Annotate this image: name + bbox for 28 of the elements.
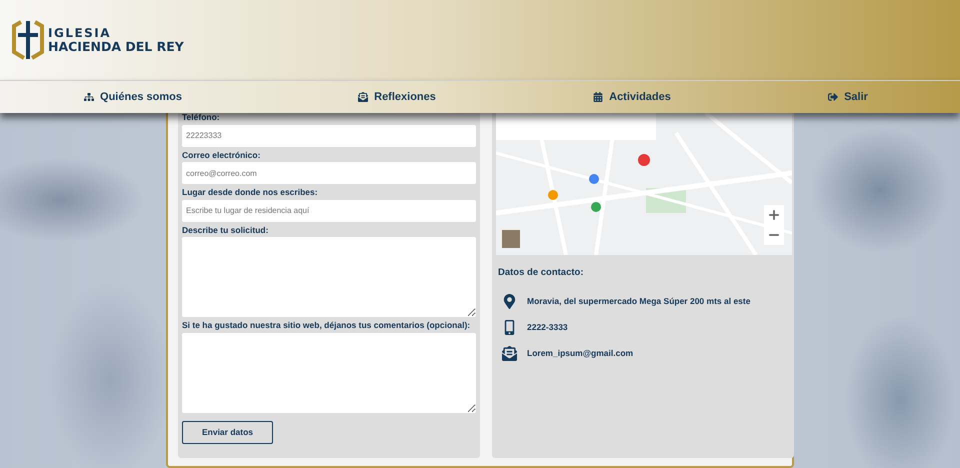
envelope-icon: [358, 92, 368, 102]
nav-link[interactable]: Reflexiones: [358, 91, 436, 103]
nav-link[interactable]: Quiénes somos: [84, 91, 182, 103]
calendar-icon: [593, 92, 604, 102]
nav-link[interactable]: Actividades: [593, 91, 671, 103]
logo-icon: [10, 18, 46, 62]
nav-link[interactable]: Salir: [828, 91, 868, 103]
field-label: Correo electrónico:: [182, 150, 262, 159]
contact-text: Moravia, del supermercado Mega Súper 200 mts al este: [527, 296, 750, 306]
phone-icon: [502, 320, 517, 334]
sitemap-icon: [84, 92, 94, 102]
submit-button[interactable]: Enviar datos: [182, 420, 273, 444]
field-label: Si te ha gustado nuestra sitio web, déjanos tus comentarios (opcional):: [182, 321, 472, 330]
input-field[interactable]: 22223333: [182, 124, 476, 146]
contact-text: 2222-3333: [527, 322, 568, 332]
logout-icon: [828, 92, 838, 102]
field-label: Lugar desde donde nos escribes:: [182, 188, 319, 196]
field-label: Describe tu solicitud:: [182, 226, 270, 234]
logo-text: HACIENDA DEL REY: [48, 40, 184, 54]
contact-text: Lorem_ipsum@gmail.com: [527, 348, 634, 358]
envelope-icon: [502, 346, 517, 360]
plus-icon: [767, 208, 781, 222]
logo-text: IGLESIA: [48, 26, 112, 40]
input-field[interactable]: correo@correo.com: [182, 162, 476, 184]
contact-title: Datos de contacto:: [498, 267, 585, 278]
field-label: Teléfono:: [182, 113, 221, 122]
map-pin-icon: [502, 294, 517, 308]
input-field[interactable]: Escribe tu lugar de residencia aquí: [182, 200, 476, 222]
